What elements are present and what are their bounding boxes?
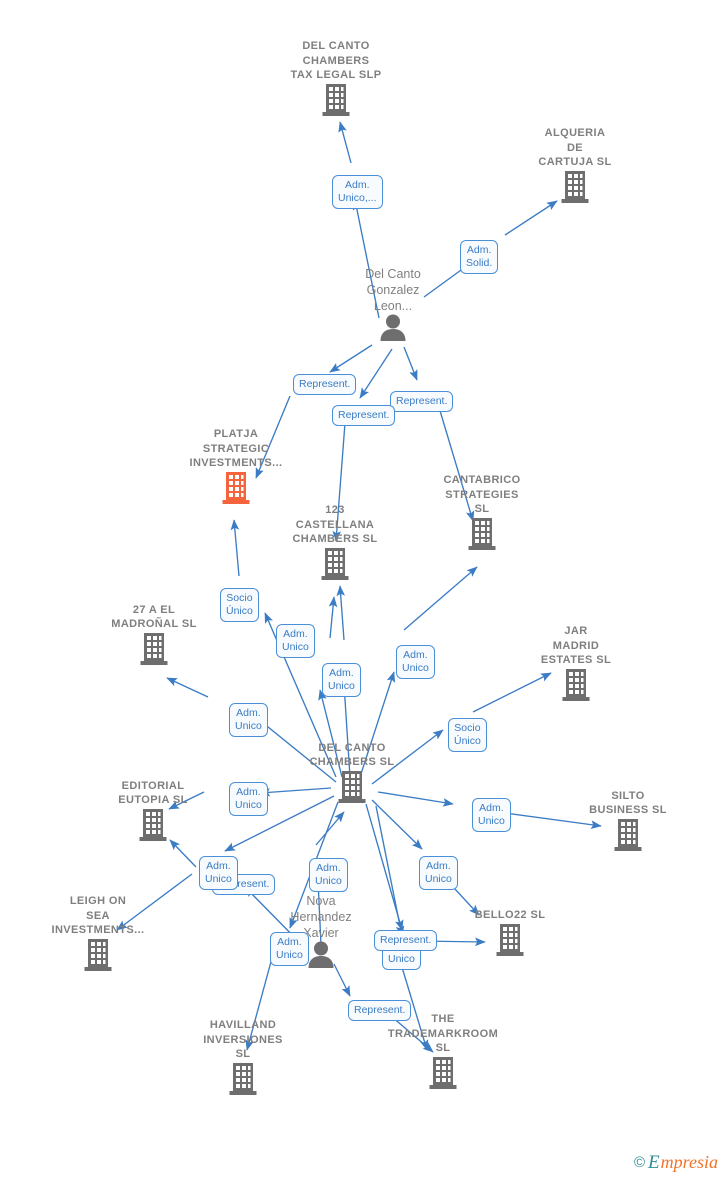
building-icon — [468, 517, 496, 550]
company-avatar — [450, 923, 570, 957]
company-avatar — [275, 547, 395, 581]
company-avatar — [422, 517, 542, 551]
company-avatar — [38, 938, 158, 972]
node-caption: SILTO BUSINESS SL — [589, 789, 667, 817]
graph-canvas: DEL CANTO CHAMBERS TAX LEGAL SLP ALQUERIA… — [0, 0, 728, 1180]
node-caption: HAVILLAND INVERSIONES SL — [203, 1019, 283, 1061]
node-caption: 123 CASTELLANA CHAMBERS SL — [292, 504, 378, 546]
edge-label[interactable]: Socio Único — [448, 718, 487, 752]
building-icon — [561, 170, 589, 203]
edge-label[interactable]: Adm. Unico — [322, 663, 361, 697]
graph-node-havilland[interactable]: HAVILLAND INVERSIONES SL — [183, 1018, 303, 1096]
graph-node-silto[interactable]: SILTO BUSINESS SL — [568, 789, 688, 852]
edge-label[interactable]: Represent. — [374, 930, 438, 951]
edge-label[interactable]: Adm. Unico — [229, 782, 268, 816]
building-icon — [139, 808, 167, 841]
company-avatar — [176, 471, 296, 505]
company-avatar — [292, 770, 412, 804]
edge-label[interactable]: Adm. Unico — [199, 856, 238, 890]
building-icon — [338, 770, 366, 803]
building-icon — [321, 547, 349, 580]
company-avatar — [93, 808, 213, 842]
graph-node-editorial[interactable]: EDITORIAL EUTOPIA SL — [93, 779, 213, 842]
node-caption: EDITORIAL EUTOPIA SL — [118, 779, 188, 807]
edge-label[interactable]: Adm. Unico — [276, 624, 315, 658]
company-avatar — [516, 668, 636, 702]
node-caption: 27 A EL MADROÑAL SL — [111, 603, 197, 631]
person-icon — [308, 941, 334, 968]
company-avatar — [183, 1062, 303, 1096]
graph-node-123cast[interactable]: 123 CASTELLANA CHAMBERS SL — [275, 503, 395, 581]
graph-node-27madronal[interactable]: 27 A EL MADROÑAL SL — [94, 603, 214, 666]
building-icon — [496, 923, 524, 956]
building-icon — [84, 938, 112, 971]
building-icon — [140, 632, 168, 665]
edge-label[interactable]: Represent. — [293, 374, 357, 395]
graph-node-dcc_tax[interactable]: DEL CANTO CHAMBERS TAX LEGAL SLP — [276, 39, 396, 117]
building-icon — [322, 83, 350, 116]
edge-label[interactable]: Adm. Unico — [229, 703, 268, 737]
node-caption: LEIGH ON SEA INVESTMENTS... — [51, 895, 145, 937]
brand-name: mpresia — [660, 1152, 718, 1172]
building-icon — [429, 1056, 457, 1089]
node-caption: BELLO22 SL — [474, 909, 546, 922]
edge-label[interactable]: Adm. Unico — [396, 645, 435, 679]
company-avatar — [94, 632, 214, 666]
edge-label[interactable]: Socio Único — [220, 588, 259, 622]
empresia-watermark: © E mpresia — [633, 1152, 718, 1173]
edge-label[interactable]: Represent. — [332, 405, 396, 426]
graph-node-dcc_sl[interactable]: DEL CANTO CHAMBERS SL — [292, 741, 412, 804]
person-icon — [380, 314, 406, 341]
person-avatar — [333, 314, 453, 342]
edge-label[interactable]: Adm. Solid. — [460, 240, 499, 274]
edge-label[interactable]: Adm. Unico — [472, 798, 511, 832]
brand-initial: E — [648, 1152, 660, 1173]
node-caption: CANTABRICO STRATEGIES SL — [443, 474, 521, 516]
edge-label[interactable]: Adm. Unico — [270, 932, 309, 966]
graph-node-trademark[interactable]: THE TRADEMARKROOM SL — [383, 1012, 503, 1090]
edge-label[interactable]: Adm. Unico — [309, 858, 348, 892]
node-caption: DEL CANTO CHAMBERS TAX LEGAL SLP — [290, 40, 382, 82]
node-caption: PLATJA STRATEGIC INVESTMENTS... — [189, 428, 283, 470]
node-caption: Del Canto Gonzalez Leon... — [365, 267, 421, 313]
graph-node-platja[interactable]: PLATJA STRATEGIC INVESTMENTS... — [176, 427, 296, 505]
company-avatar — [383, 1056, 503, 1090]
node-caption: ALQUERIA DE CARTUJA SL — [538, 127, 612, 169]
edge-label[interactable]: Adm. Unico,... — [332, 175, 383, 209]
node-caption: DEL CANTO CHAMBERS SL — [309, 741, 395, 769]
graph-node-person_dcg[interactable]: Del Canto Gonzalez Leon... — [333, 266, 453, 342]
building-icon — [562, 668, 590, 701]
copyright-icon: © — [633, 1154, 646, 1171]
graph-node-bello22[interactable]: BELLO22 SL — [450, 908, 570, 957]
node-caption: JAR MADRID ESTATES SL — [540, 625, 612, 667]
company-avatar — [568, 818, 688, 852]
graph-node-jar[interactable]: JAR MADRID ESTATES SL — [516, 624, 636, 702]
edge-label[interactable]: Represent. — [348, 1000, 412, 1021]
building-icon — [614, 818, 642, 851]
graph-node-leigh[interactable]: LEIGH ON SEA INVESTMENTS... — [38, 894, 158, 972]
edge-label[interactable]: Represent. — [390, 391, 454, 412]
graph-node-alqueria[interactable]: ALQUERIA DE CARTUJA SL — [515, 126, 635, 204]
company-avatar — [515, 170, 635, 204]
building-icon — [229, 1062, 257, 1095]
edge-label[interactable]: Adm. Unico — [419, 856, 458, 890]
company-avatar — [276, 83, 396, 117]
graph-node-cantabrico[interactable]: CANTABRICO STRATEGIES SL — [422, 473, 542, 551]
building-icon — [222, 471, 250, 504]
